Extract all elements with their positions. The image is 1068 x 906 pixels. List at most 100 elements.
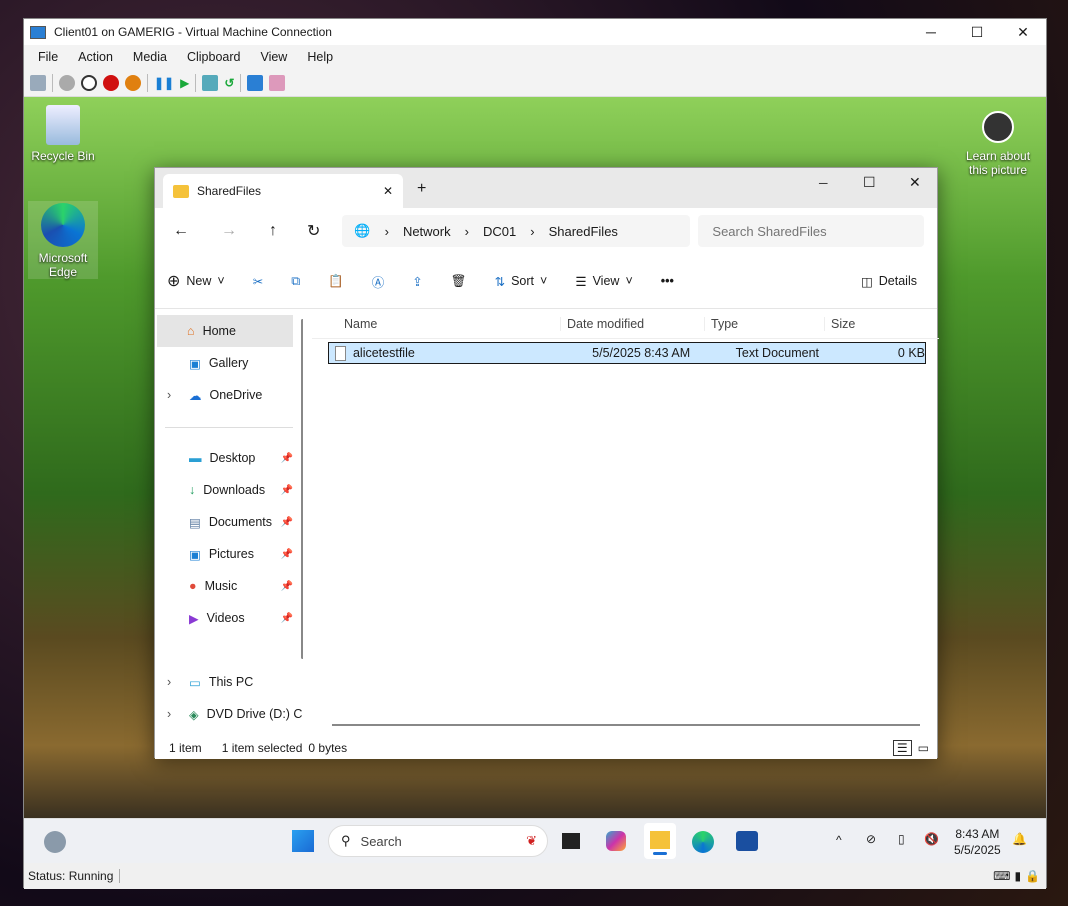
nav-music[interactable]: ● Music 📌	[155, 570, 303, 602]
recycle-bin-icon	[46, 105, 80, 145]
copilot-icon[interactable]	[606, 831, 626, 851]
expand-chevron-icon[interactable]: ›	[167, 388, 171, 402]
nav-home[interactable]: ⌂ Home	[157, 315, 293, 347]
cut-button[interactable]: ✂	[253, 274, 263, 289]
menu-action[interactable]: Action	[78, 50, 113, 64]
selection-size: 0 bytes	[308, 741, 348, 755]
item-count: 1 item	[169, 741, 202, 755]
back-button[interactable]: ←	[173, 222, 189, 240]
minimize-button[interactable]: ─	[908, 19, 954, 45]
paste-button[interactable]: 📋	[328, 274, 344, 289]
shutdown-icon[interactable]	[103, 74, 119, 91]
menu-file[interactable]: File	[38, 50, 58, 64]
file-row[interactable]: alicetestfile 5/5/2025 8:43 AM Text Docu…	[328, 342, 926, 364]
checkpoint-icon[interactable]	[202, 74, 219, 91]
horizontal-scrollbar[interactable]	[332, 724, 920, 726]
expand-chevron-icon[interactable]: ›	[167, 707, 171, 721]
show-hidden-icons[interactable]: ^	[836, 833, 842, 847]
save-icon[interactable]	[125, 74, 141, 91]
sort-icon: ⇅	[494, 274, 506, 289]
crumb-sharedfiles[interactable]: SharedFiles	[549, 224, 618, 239]
recycle-bin[interactable]: Recycle Bin	[28, 105, 98, 163]
menu-help[interactable]: Help	[307, 50, 333, 64]
menu-media[interactable]: Media	[133, 50, 167, 64]
details-button[interactable]: ◫ Details	[861, 274, 917, 289]
view-button[interactable]: ☰ View ˅	[575, 274, 632, 289]
keyboard-icon: ⌨	[993, 869, 1011, 883]
delete-button[interactable]: 🗑	[451, 274, 467, 289]
explorer-minimize[interactable]: ─	[819, 176, 828, 190]
nav-scrollbar[interactable]	[301, 319, 303, 659]
share-icon[interactable]	[269, 74, 286, 91]
camera-icon	[982, 111, 1014, 143]
col-name[interactable]: Name	[312, 317, 560, 331]
copy-button[interactable]: ⧉	[291, 274, 300, 289]
edge-taskbar-icon[interactable]	[692, 831, 714, 853]
tab-sharedfiles[interactable]: SharedFiles ✕	[163, 174, 403, 208]
notification-bell-icon[interactable]: 🔔	[1012, 832, 1027, 846]
nav-documents[interactable]: ▤ Documents 📌	[155, 506, 303, 538]
expand-chevron-icon[interactable]: ›	[167, 675, 171, 689]
nav-downloads[interactable]: ↓ Downloads 📌	[155, 474, 303, 506]
tiles-view-icon[interactable]: ▭	[918, 741, 929, 755]
store-icon[interactable]	[736, 831, 758, 851]
taskbar-search[interactable]: ⚲ Search ❦	[328, 825, 548, 857]
search-highlight-icon: ❦	[526, 833, 537, 848]
enhanced-session-icon[interactable]	[247, 74, 264, 91]
nav-dvd-drive[interactable]: › ◈ DVD Drive (D:) C	[155, 698, 303, 730]
resume-icon[interactable]: ▶	[180, 76, 189, 90]
new-tab-button[interactable]: +	[417, 180, 426, 198]
explorer-maximize[interactable]: ☐	[863, 174, 876, 191]
nav-pictures[interactable]: ▣ Pictures 📌	[155, 538, 303, 570]
menu-view[interactable]: View	[260, 50, 287, 64]
edge-shortcut[interactable]: Microsoft Edge	[28, 201, 98, 279]
more-button[interactable]: •••	[661, 274, 674, 288]
col-type[interactable]: Type	[704, 316, 824, 331]
nav-onedrive[interactable]: › ☁ OneDrive	[155, 379, 303, 411]
nav-videos[interactable]: ▶ Videos 📌	[155, 602, 303, 634]
crumb-dc01[interactable]: DC01	[483, 224, 516, 239]
search-icon: ⚲	[341, 833, 351, 848]
close-button[interactable]: ✕	[1000, 19, 1046, 45]
clock[interactable]: 8:43 AM 5/5/2025	[954, 826, 1001, 858]
maximize-button[interactable]: ☐	[954, 19, 1000, 45]
nav-desktop[interactable]: ▬ Desktop 📌	[155, 442, 303, 474]
text-file-icon	[335, 345, 346, 361]
pin-icon: 📌	[280, 580, 293, 592]
nav-gallery[interactable]: ▣ Gallery	[155, 347, 303, 379]
address-bar[interactable]: 🌐 › Network › DC01 › SharedFiles	[342, 215, 691, 247]
desktop: Recycle Bin Microsoft Edge Learn about t…	[24, 97, 1046, 818]
details-view-icon[interactable]: ☰	[892, 740, 912, 756]
start-icon[interactable]	[59, 74, 75, 91]
close-tab-icon[interactable]: ✕	[383, 184, 393, 198]
ctrl-alt-del-icon[interactable]	[30, 74, 46, 91]
search-input[interactable]	[698, 215, 925, 247]
explorer-close[interactable]: ✕	[909, 174, 921, 191]
share-button[interactable]: ⇪	[412, 274, 422, 289]
sort-button[interactable]: ⇅ Sort ˅	[495, 274, 548, 289]
turn-off-icon[interactable]	[81, 74, 97, 91]
network-icon[interactable]: ▯	[898, 832, 905, 846]
address-bar-row: ← → ↑ ↻ 🌐 › Network › DC01 › SharedFiles	[155, 208, 937, 254]
col-size[interactable]: Size	[824, 316, 904, 331]
rename-button[interactable]: Ⓐ	[372, 272, 385, 291]
forward-button[interactable]: →	[221, 222, 237, 240]
start-button[interactable]	[292, 830, 314, 852]
pause-icon[interactable]: ❚❚	[154, 76, 174, 90]
volume-muted-icon[interactable]: 🔇	[924, 832, 939, 846]
file-explorer-taskbar-icon[interactable]	[644, 823, 676, 859]
weather-icon[interactable]	[44, 831, 66, 853]
nav-this-pc[interactable]: › ▭ This PC	[155, 666, 303, 698]
learn-about-picture[interactable]: Learn about this picture	[962, 111, 1034, 177]
vm-title-bar: Client01 on GAMERIG - Virtual Machine Co…	[24, 19, 1046, 45]
menu-clipboard[interactable]: Clipboard	[187, 50, 241, 64]
new-button[interactable]: ⊕ New ˅	[167, 271, 225, 291]
revert-icon[interactable]: ↺	[224, 76, 234, 90]
task-view-icon[interactable]	[562, 833, 580, 849]
pin-icon: 📌	[280, 516, 293, 528]
onedrive-off-icon[interactable]: ⊘	[866, 832, 876, 846]
crumb-network[interactable]: Network	[403, 224, 451, 239]
col-date[interactable]: Date modified	[560, 316, 704, 331]
refresh-button[interactable]: ↻	[307, 221, 320, 241]
up-button[interactable]: ↑	[269, 222, 277, 240]
